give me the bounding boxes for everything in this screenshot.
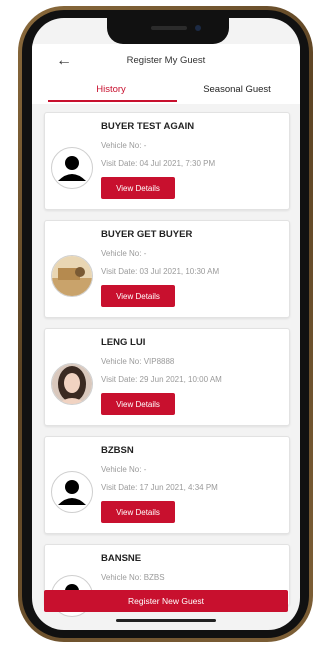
phone-notch <box>107 18 229 44</box>
tab-bar: History Seasonal Guest <box>32 78 300 104</box>
tab-history[interactable]: History <box>46 84 176 95</box>
page-title: Register My Guest <box>126 55 206 66</box>
vehicle-number: Vehicle No: - <box>101 141 147 150</box>
guest-name: BANSNE <box>101 553 142 564</box>
guest-card[interactable]: BUYER TEST AGAIN Vehicle No: - Visit Dat… <box>44 112 290 210</box>
guest-name: LENG LUI <box>101 337 146 348</box>
user-avatar-icon <box>51 147 93 189</box>
guest-name: BZBSN <box>101 445 134 456</box>
user-avatar-icon <box>51 471 93 513</box>
view-details-button[interactable]: View Details <box>101 393 175 415</box>
vehicle-number: Vehicle No: VIP8888 <box>101 357 175 366</box>
guest-card[interactable]: BUYER GET BUYER Vehicle No: - Visit Date… <box>44 220 290 318</box>
view-details-button[interactable]: View Details <box>101 501 175 523</box>
guest-card[interactable]: LENG LUI Vehicle No: VIP8888 Visit Date:… <box>44 328 290 426</box>
front-camera <box>195 25 201 31</box>
speaker-grille <box>151 26 187 30</box>
register-new-guest-button[interactable]: Register New Guest <box>44 590 288 612</box>
vehicle-number: Vehicle No: - <box>101 249 147 258</box>
view-details-button[interactable]: View Details <box>101 177 175 199</box>
app-screen: ← Register My Guest History Seasonal Gue… <box>32 18 300 630</box>
visit-date: Visit Date: 29 Jun 2021, 10:00 AM <box>101 375 222 384</box>
vehicle-number: Vehicle No: - <box>101 465 147 474</box>
app-header: ← Register My Guest <box>32 44 300 78</box>
tab-seasonal-guest[interactable]: Seasonal Guest <box>172 84 300 95</box>
visit-date: Visit Date: 04 Jul 2021, 7:30 PM <box>101 159 216 168</box>
guest-photo-avatar <box>51 255 93 297</box>
visit-date: Visit Date: 17 Jun 2021, 4:34 PM <box>101 483 218 492</box>
visit-date: Visit Date: 03 Jul 2021, 10:30 AM <box>101 267 220 276</box>
guest-photo-avatar <box>51 363 93 405</box>
home-indicator <box>116 619 216 622</box>
guest-name: BUYER TEST AGAIN <box>101 121 195 132</box>
active-tab-indicator <box>48 100 177 102</box>
guest-card[interactable]: BZBSN Vehicle No: - Visit Date: 17 Jun 2… <box>44 436 290 534</box>
view-details-button[interactable]: View Details <box>101 285 175 307</box>
vehicle-number: Vehicle No: BZBS <box>101 573 165 582</box>
guest-name: BUYER GET BUYER <box>101 229 193 240</box>
